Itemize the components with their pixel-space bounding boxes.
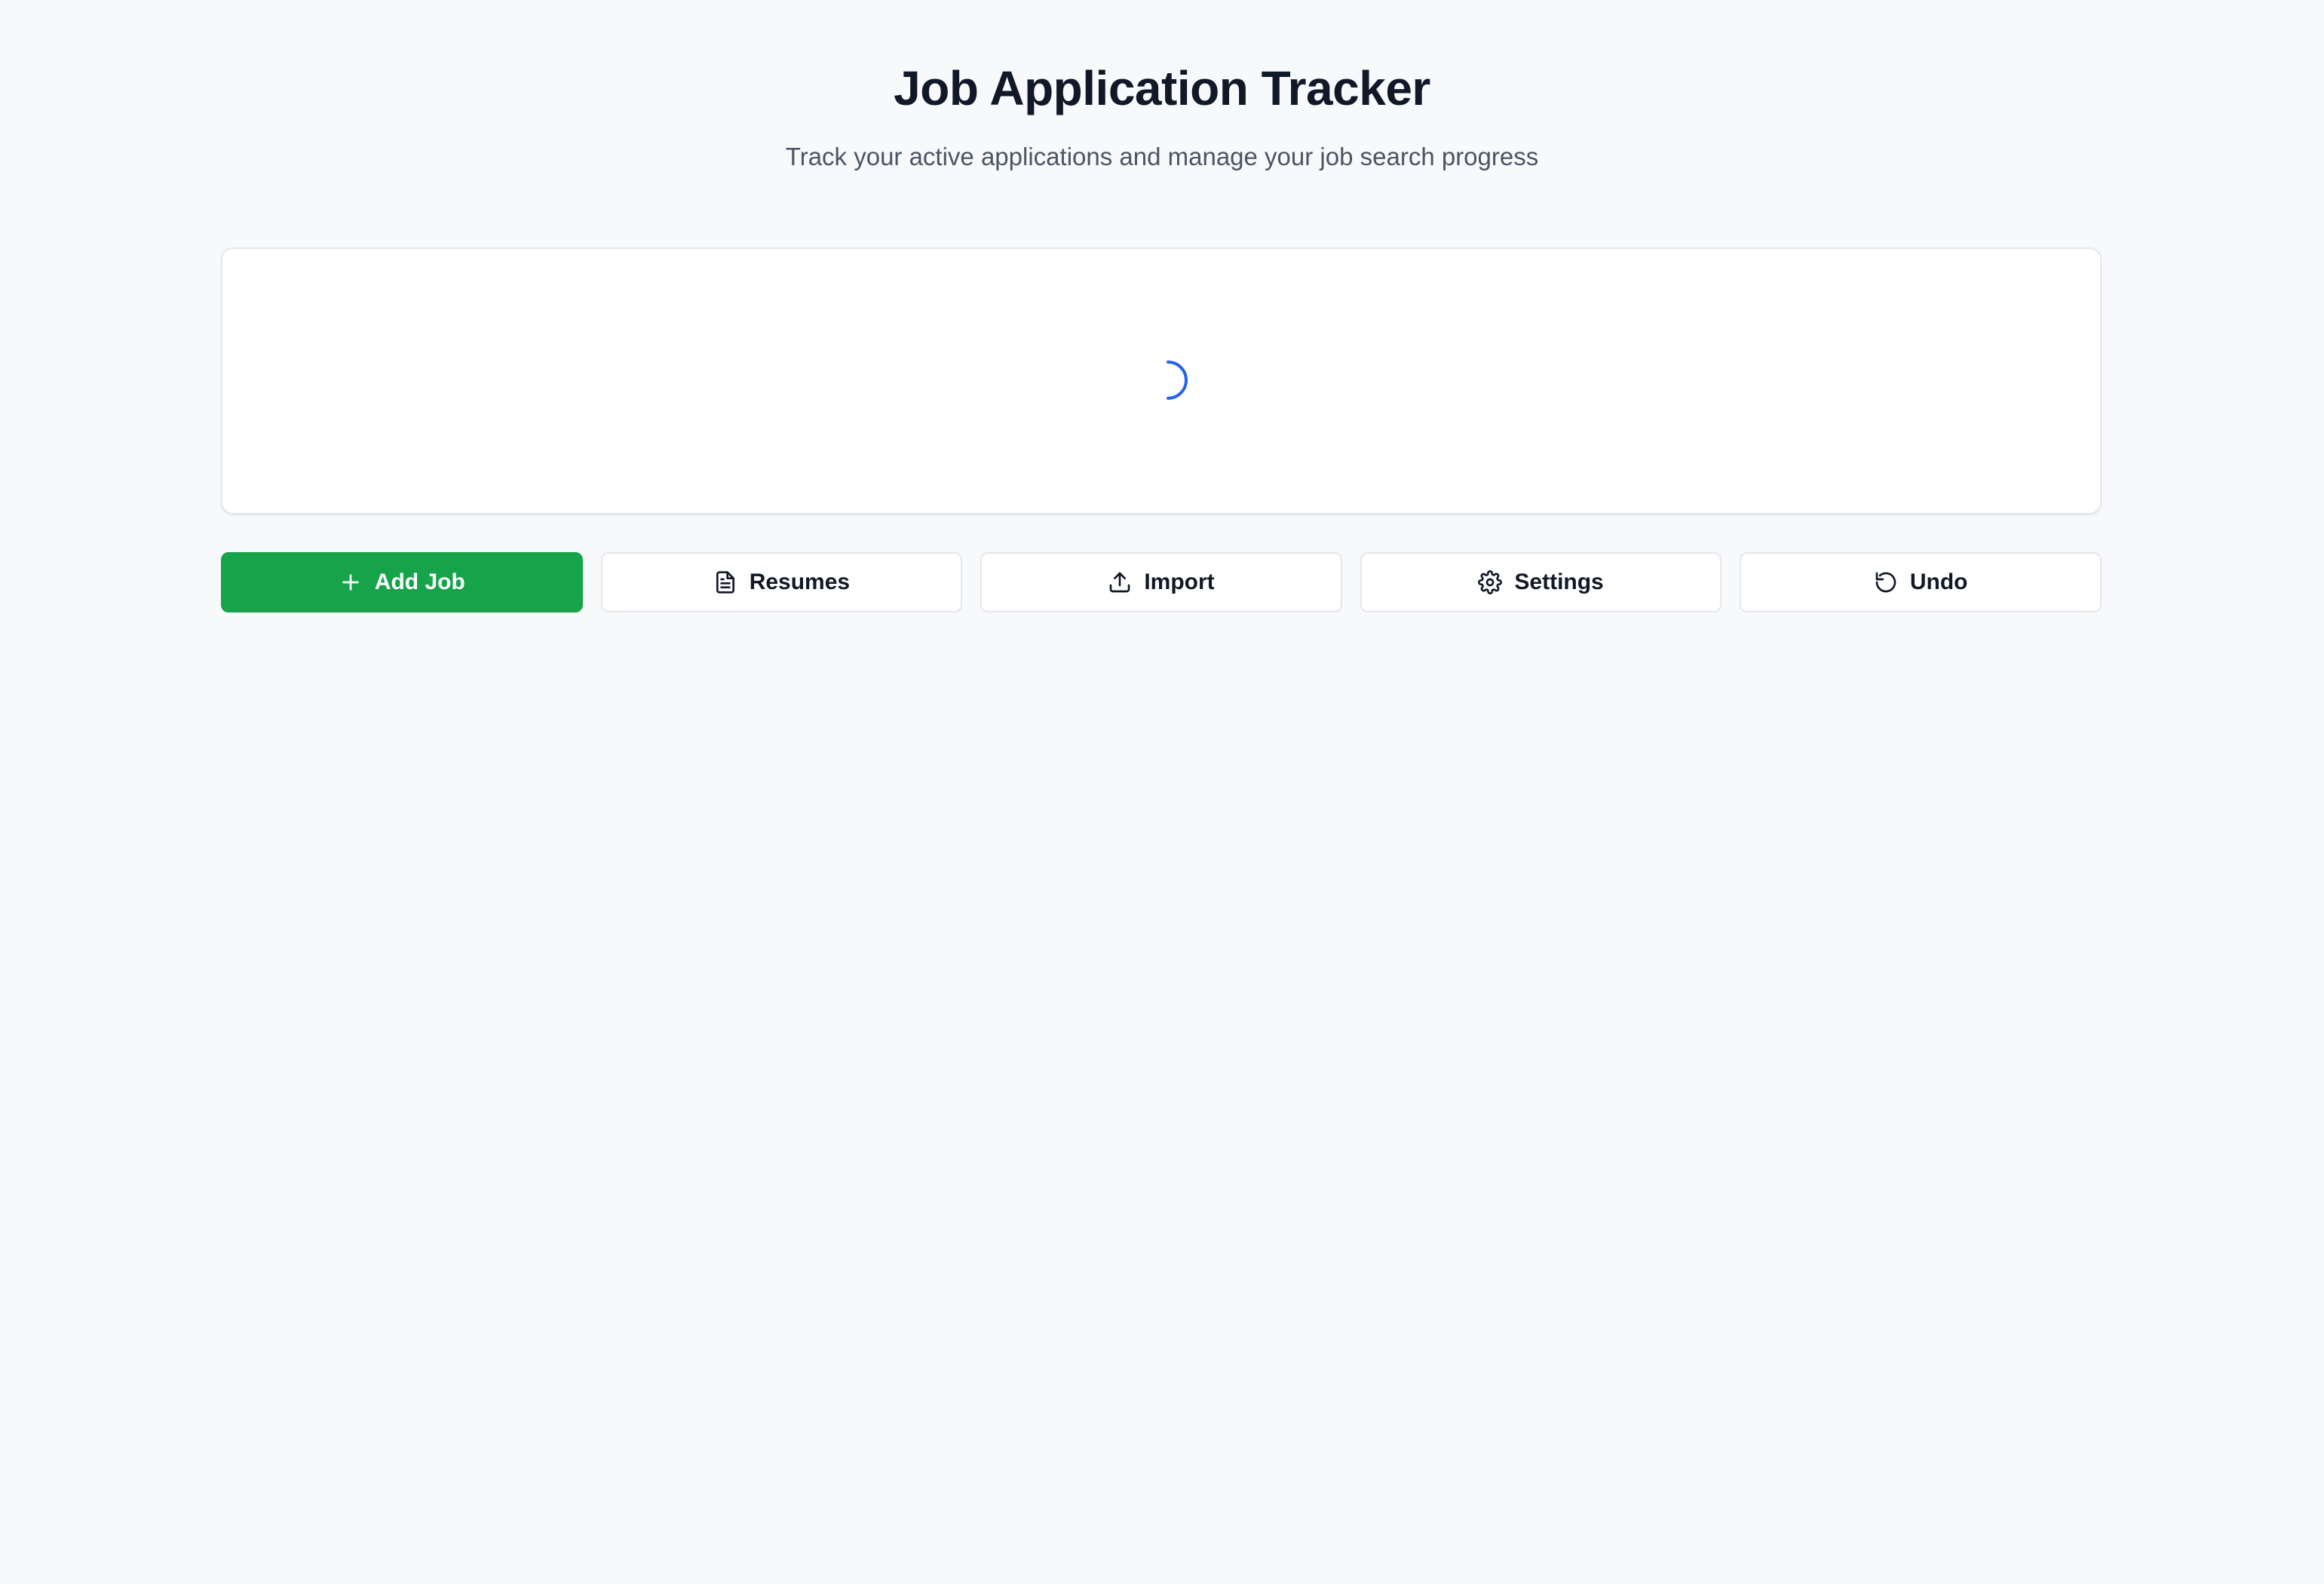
gear-icon [1478, 570, 1503, 594]
job-list-card [221, 247, 2102, 514]
page-title: Job Application Tracker [894, 61, 1430, 115]
import-button[interactable]: Import [980, 552, 1342, 612]
add-job-button[interactable]: Add Job [221, 552, 583, 612]
plus-icon [339, 570, 363, 594]
action-bar: Add Job Resumes Import Settings Undo [221, 552, 2102, 612]
undo-button[interactable]: Undo [1740, 552, 2102, 612]
page-subtitle: Track your active applications and manag… [785, 143, 1539, 170]
settings-label: Settings [1514, 569, 1604, 594]
settings-button[interactable]: Settings [1360, 552, 1722, 612]
undo-label: Undo [1909, 569, 1968, 594]
import-label: Import [1144, 569, 1215, 594]
document-icon [713, 570, 737, 594]
spinner-icon [1167, 361, 1188, 400]
resumes-button[interactable]: Resumes [600, 552, 963, 612]
upload-icon [1108, 570, 1132, 594]
add-job-label: Add Job [374, 569, 465, 594]
resumes-label: Resumes [749, 569, 851, 594]
undo-icon [1874, 570, 1898, 594]
